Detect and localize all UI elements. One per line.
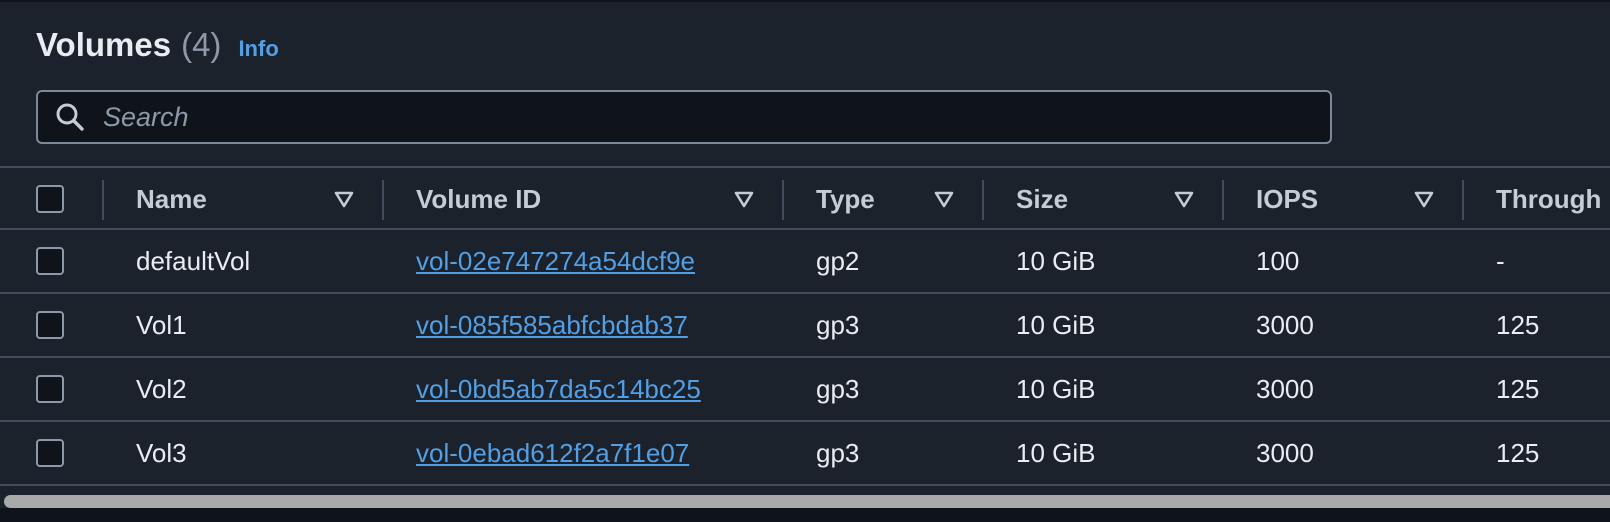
scrollbar-thumb[interactable] xyxy=(4,495,1610,508)
column-divider[interactable] xyxy=(1462,180,1464,220)
column-header-size[interactable]: Size xyxy=(1016,168,1068,230)
volume-id-link[interactable]: vol-02e747274a54dcf9e xyxy=(416,230,695,292)
table-row: Vol3 vol-0ebad612f2a7f1e07 gp3 10 GiB 30… xyxy=(0,422,1610,486)
volume-count: (4) xyxy=(181,26,222,63)
volume-id-link[interactable]: vol-0bd5ab7da5c14bc25 xyxy=(416,358,701,420)
search-icon xyxy=(53,100,87,134)
column-divider[interactable] xyxy=(982,180,984,220)
sort-iops-icon[interactable] xyxy=(1413,188,1435,210)
cell-iops: 100 xyxy=(1256,245,1300,276)
volumes-panel: Volumes (4) Info Name Volume ID xyxy=(0,0,1610,508)
cell-throughput: 125 xyxy=(1496,373,1540,404)
cell-type: gp3 xyxy=(816,309,860,340)
panel-header: Volumes (4) Info xyxy=(36,26,279,70)
table-row: Vol1 vol-085f585abfcbdab37 gp3 10 GiB 30… xyxy=(0,294,1610,358)
cell-type: gp2 xyxy=(816,245,860,276)
row-checkbox[interactable] xyxy=(36,375,64,403)
sort-volume-id-icon[interactable] xyxy=(733,188,755,210)
cell-type: gp3 xyxy=(816,373,860,404)
sort-size-icon[interactable] xyxy=(1173,188,1195,210)
table-row: defaultVol vol-02e747274a54dcf9e gp2 10 … xyxy=(0,230,1610,294)
row-checkbox[interactable] xyxy=(36,439,64,467)
sort-type-icon[interactable] xyxy=(933,188,955,210)
column-header-iops[interactable]: IOPS xyxy=(1256,168,1318,230)
row-checkbox[interactable] xyxy=(36,311,64,339)
table-header-row: Name Volume ID Type Size IOPS Through xyxy=(0,166,1610,230)
cell-size: 10 GiB xyxy=(1016,309,1096,340)
sort-name-icon[interactable] xyxy=(333,188,355,210)
cell-type: gp3 xyxy=(816,437,860,468)
horizontal-scrollbar[interactable] xyxy=(0,492,1610,508)
cell-throughput: - xyxy=(1496,245,1505,276)
column-header-type[interactable]: Type xyxy=(816,168,875,230)
table-row: Vol2 vol-0bd5ab7da5c14bc25 gp3 10 GiB 30… xyxy=(0,358,1610,422)
column-divider[interactable] xyxy=(782,180,784,220)
column-divider xyxy=(102,180,104,220)
column-divider[interactable] xyxy=(382,180,384,220)
search-input[interactable] xyxy=(101,100,1285,134)
volume-id-link[interactable]: vol-085f585abfcbdab37 xyxy=(416,294,688,356)
cell-name: Vol1 xyxy=(136,309,187,340)
cell-name: Vol3 xyxy=(136,437,187,468)
cell-iops: 3000 xyxy=(1256,437,1314,468)
cell-name: defaultVol xyxy=(136,245,251,276)
cell-iops: 3000 xyxy=(1256,309,1314,340)
info-link[interactable]: Info xyxy=(238,36,278,62)
cell-iops: 3000 xyxy=(1256,373,1314,404)
cell-throughput: 125 xyxy=(1496,309,1540,340)
column-divider[interactable] xyxy=(1222,180,1224,220)
column-header-volume-id[interactable]: Volume ID xyxy=(416,168,541,230)
search-box[interactable] xyxy=(36,90,1332,144)
column-header-name[interactable]: Name xyxy=(136,168,207,230)
volumes-table: Name Volume ID Type Size IOPS Through de… xyxy=(0,166,1610,486)
cell-size: 10 GiB xyxy=(1016,437,1096,468)
volume-id-link[interactable]: vol-0ebad612f2a7f1e07 xyxy=(416,422,689,484)
cell-name: Vol2 xyxy=(136,373,187,404)
row-checkbox[interactable] xyxy=(36,247,64,275)
select-all-checkbox[interactable] xyxy=(36,185,64,213)
cell-size: 10 GiB xyxy=(1016,373,1096,404)
cell-throughput: 125 xyxy=(1496,437,1540,468)
column-header-throughput[interactable]: Through xyxy=(1496,168,1601,230)
page-title: Volumes xyxy=(36,26,172,63)
cell-size: 10 GiB xyxy=(1016,245,1096,276)
